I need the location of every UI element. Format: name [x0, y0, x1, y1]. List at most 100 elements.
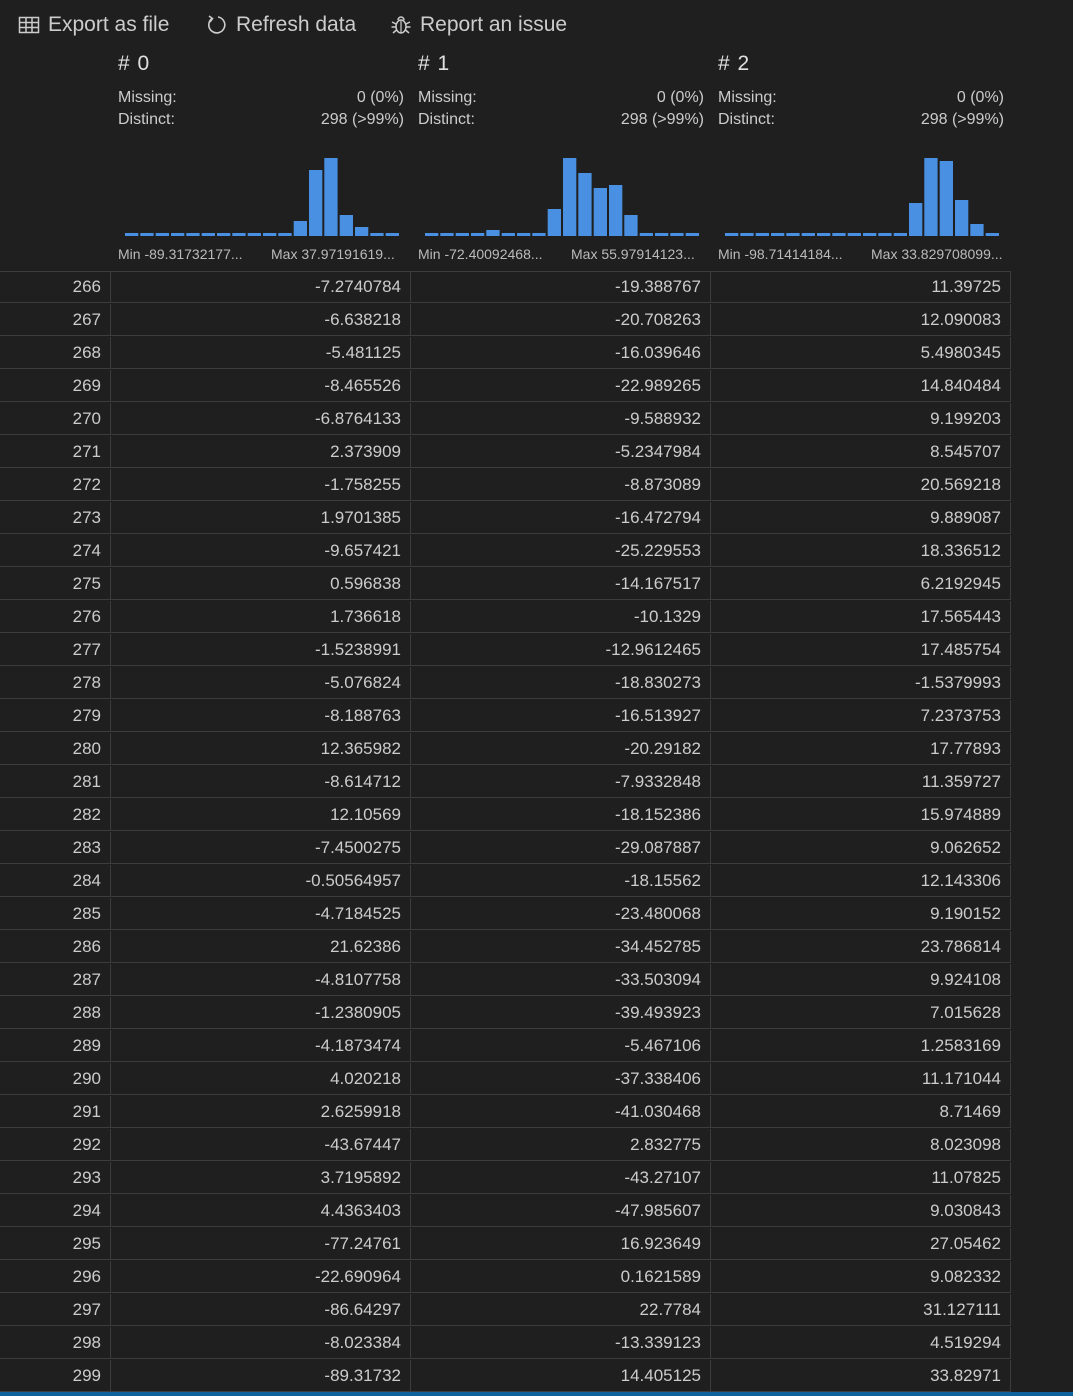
table-row[interactable]: 273 1.9701385 -16.472794 9.889087	[0, 502, 1011, 535]
cell-col-0[interactable]: -4.8107758	[111, 964, 411, 996]
histogram-bar[interactable]	[324, 158, 338, 236]
cell-col-1[interactable]: -43.27107	[411, 1162, 711, 1194]
cell-col-0[interactable]: -86.64297	[111, 1294, 411, 1326]
table-row[interactable]: 272 -1.758255 -8.873089 20.569218	[0, 469, 1011, 502]
cell-col-1[interactable]: -33.503094	[411, 964, 711, 996]
cell-col-1[interactable]: -8.873089	[411, 469, 711, 501]
table-row[interactable]: 293 3.7195892 -43.27107 11.07825	[0, 1162, 1011, 1195]
table-row[interactable]: 298 -8.023384 -13.339123 4.519294	[0, 1327, 1011, 1360]
table-row[interactable]: 287 -4.8107758 -33.503094 9.924108	[0, 964, 1011, 997]
table-row[interactable]: 274 -9.657421 -25.229553 18.336512	[0, 535, 1011, 568]
cell-col-0[interactable]: 12.365982	[111, 733, 411, 765]
row-index-cell[interactable]: 270	[0, 403, 111, 435]
cell-col-1[interactable]: -20.29182	[411, 733, 711, 765]
cell-col-1[interactable]: -9.588932	[411, 403, 711, 435]
row-index-cell[interactable]: 272	[0, 469, 111, 501]
cell-col-2[interactable]: 1.2583169	[711, 1030, 1011, 1062]
row-index-cell[interactable]: 299	[0, 1360, 111, 1392]
cell-col-2[interactable]: 14.840484	[711, 370, 1011, 402]
cell-col-1[interactable]: 16.923649	[411, 1228, 711, 1260]
row-index-cell[interactable]: 293	[0, 1162, 111, 1194]
table-row[interactable]: 282 12.10569 -18.152386 15.974889	[0, 799, 1011, 832]
cell-col-2[interactable]: 17.565443	[711, 601, 1011, 633]
histogram-bar[interactable]	[655, 233, 669, 236]
cell-col-1[interactable]: -13.339123	[411, 1327, 711, 1359]
row-index-cell[interactable]: 267	[0, 304, 111, 336]
cell-col-1[interactable]: 2.832775	[411, 1129, 711, 1161]
histogram-bar[interactable]	[939, 161, 953, 236]
histogram-bar[interactable]	[609, 185, 623, 236]
table-row[interactable]: 290 4.020218 -37.338406 11.171044	[0, 1063, 1011, 1096]
table-row[interactable]: 267 -6.638218 -20.708263 12.090083	[0, 304, 1011, 337]
histogram-bar[interactable]	[893, 233, 907, 236]
cell-col-2[interactable]: 11.171044	[711, 1063, 1011, 1095]
table-row[interactable]: 268 -5.481125 -16.039646 5.4980345	[0, 337, 1011, 370]
cell-col-2[interactable]: 31.127111	[711, 1294, 1011, 1326]
cell-col-0[interactable]: -43.67447	[111, 1129, 411, 1161]
cell-col-1[interactable]: 0.1621589	[411, 1261, 711, 1293]
cell-col-1[interactable]: -18.152386	[411, 799, 711, 831]
column-header-2[interactable]: # 2 Missing: 0 (0%) Distinct: 298 (>99%)…	[710, 50, 1010, 272]
cell-col-1[interactable]: 14.405125	[411, 1360, 711, 1392]
row-index-cell[interactable]: 278	[0, 667, 111, 699]
cell-col-2[interactable]: 5.4980345	[711, 337, 1011, 369]
cell-col-1[interactable]: -25.229553	[411, 535, 711, 567]
cell-col-1[interactable]: -16.513927	[411, 700, 711, 732]
cell-col-0[interactable]: -1.2380905	[111, 997, 411, 1029]
histogram-bar[interactable]	[171, 233, 185, 236]
histogram-bar[interactable]	[440, 233, 454, 236]
row-index-cell[interactable]: 298	[0, 1327, 111, 1359]
histogram-bar[interactable]	[817, 233, 831, 236]
table-row[interactable]: 269 -8.465526 -22.989265 14.840484	[0, 370, 1011, 403]
histogram-bar[interactable]	[740, 233, 754, 236]
cell-col-0[interactable]: -6.8764133	[111, 403, 411, 435]
cell-col-2[interactable]: 9.199203	[711, 403, 1011, 435]
cell-col-0[interactable]: -77.24761	[111, 1228, 411, 1260]
row-index-cell[interactable]: 269	[0, 370, 111, 402]
table-row[interactable]: 281 -8.614712 -7.9332848 11.359727	[0, 766, 1011, 799]
histogram-bar[interactable]	[985, 233, 999, 236]
row-index-cell[interactable]: 273	[0, 502, 111, 534]
histogram-bar[interactable]	[955, 200, 969, 236]
histogram-bar[interactable]	[755, 233, 769, 236]
cell-col-2[interactable]: 9.082332	[711, 1261, 1011, 1293]
cell-col-1[interactable]: 22.7784	[411, 1294, 711, 1326]
histogram-bar[interactable]	[563, 158, 577, 236]
cell-col-1[interactable]: -22.989265	[411, 370, 711, 402]
row-index-cell[interactable]: 275	[0, 568, 111, 600]
histogram-bar[interactable]	[909, 203, 923, 236]
row-index-cell[interactable]: 280	[0, 733, 111, 765]
cell-col-0[interactable]: -1.5238991	[111, 634, 411, 666]
histogram-bar[interactable]	[670, 233, 684, 236]
cell-col-0[interactable]: 3.7195892	[111, 1162, 411, 1194]
histogram-bar[interactable]	[293, 221, 307, 236]
cell-col-0[interactable]: -6.638218	[111, 304, 411, 336]
cell-col-2[interactable]: 17.77893	[711, 733, 1011, 765]
cell-col-1[interactable]: -10.1329	[411, 601, 711, 633]
histogram-bar[interactable]	[771, 233, 785, 236]
row-index-cell[interactable]: 274	[0, 535, 111, 567]
table-row[interactable]: 278 -5.076824 -18.830273 -1.5379993	[0, 667, 1011, 700]
cell-col-1[interactable]: -39.493923	[411, 997, 711, 1029]
histogram-bar[interactable]	[140, 233, 154, 236]
cell-col-0[interactable]: -7.2740784	[111, 271, 411, 303]
row-index-cell[interactable]: 294	[0, 1195, 111, 1227]
cell-col-0[interactable]: 2.6259918	[111, 1096, 411, 1128]
cell-col-2[interactable]: 15.974889	[711, 799, 1011, 831]
cell-col-2[interactable]: 9.889087	[711, 502, 1011, 534]
row-index-cell[interactable]: 297	[0, 1294, 111, 1326]
histogram-bar[interactable]	[847, 233, 861, 236]
cell-col-1[interactable]: -19.388767	[411, 271, 711, 303]
cell-col-2[interactable]: 4.519294	[711, 1327, 1011, 1359]
cell-col-2[interactable]: 7.2373753	[711, 700, 1011, 732]
histogram-bar[interactable]	[801, 233, 815, 236]
row-index-cell[interactable]: 279	[0, 700, 111, 732]
cell-col-0[interactable]: 0.596838	[111, 568, 411, 600]
cell-col-1[interactable]: -18.15562	[411, 865, 711, 897]
table-row[interactable]: 291 2.6259918 -41.030468 8.71469	[0, 1096, 1011, 1129]
histogram-bar[interactable]	[547, 209, 561, 236]
table-row[interactable]: 270 -6.8764133 -9.588932 9.199203	[0, 403, 1011, 436]
cell-col-2[interactable]: 27.05462	[711, 1228, 1011, 1260]
histogram-bar[interactable]	[201, 233, 215, 236]
cell-col-0[interactable]: -89.31732	[111, 1360, 411, 1392]
